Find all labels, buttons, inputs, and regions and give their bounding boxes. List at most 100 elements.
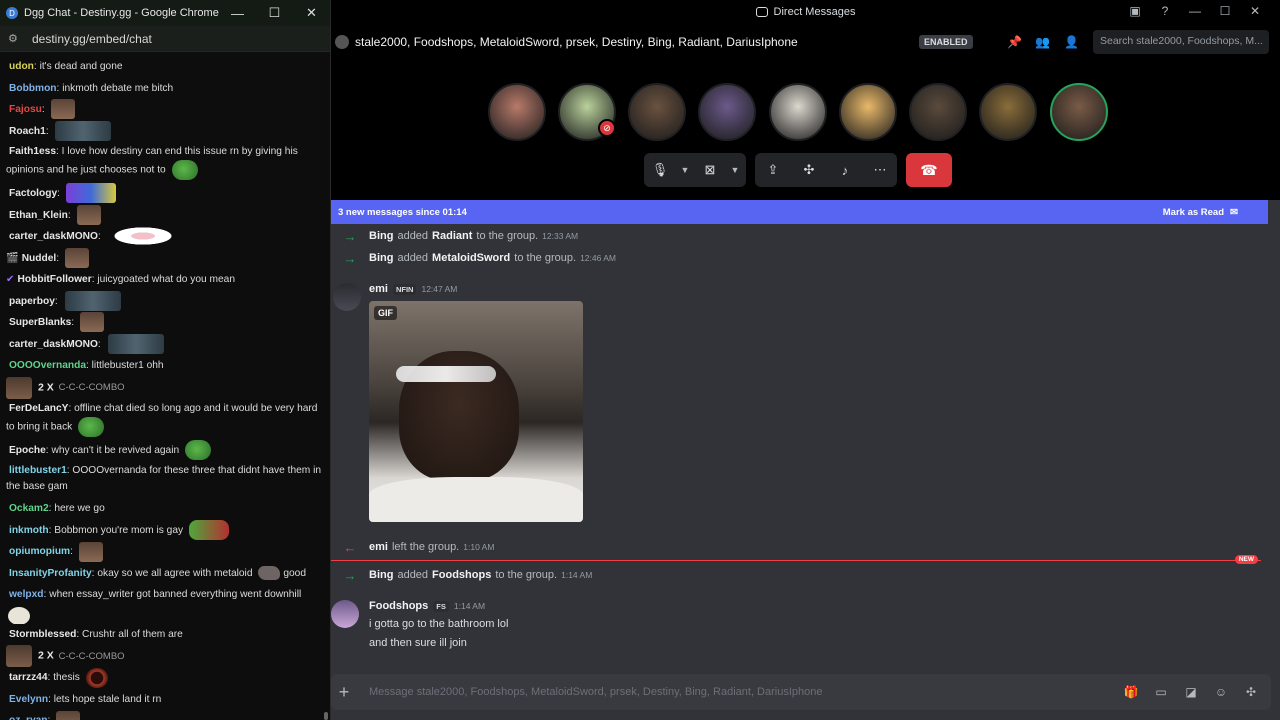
gif-attachment[interactable]: GIF — [369, 301, 583, 522]
participant-avatar[interactable] — [909, 83, 967, 141]
participant-avatar[interactable] — [1050, 83, 1108, 141]
add-friends-icon[interactable]: 👥 — [1035, 35, 1050, 49]
message-username[interactable]: Foodshops — [369, 600, 428, 612]
target-name[interactable]: MetaloidSword — [432, 252, 510, 264]
search-input[interactable]: Search stale2000, Foodshops, M... — [1093, 30, 1269, 54]
gif-shirt — [369, 477, 583, 522]
disconnect-button[interactable]: ☎ — [906, 153, 952, 187]
user-avatar[interactable] — [331, 600, 359, 628]
pepe-emote-icon — [184, 440, 211, 460]
add-attachment-icon[interactable]: + — [331, 682, 357, 703]
participant-avatar[interactable] — [769, 83, 827, 141]
chat-text: littlebuster1 ohh — [91, 360, 164, 371]
join-arrow-icon: → — [343, 567, 357, 583]
actor-name[interactable]: Bing — [369, 230, 393, 242]
user-avatar[interactable] — [333, 283, 361, 311]
maximize-button[interactable]: ☐ — [256, 5, 293, 21]
participant-avatar[interactable] — [628, 83, 686, 141]
chat-username[interactable]: Ockam2 — [6, 503, 49, 514]
chat-username[interactable]: carter_daskMONO — [6, 339, 98, 350]
chat-username[interactable]: SuperBlanks — [6, 317, 71, 328]
chat-username[interactable]: Bobbmon — [6, 83, 57, 94]
close-button[interactable]: ✕ — [1240, 4, 1270, 18]
chat-username[interactable]: OOOOvernanda — [6, 360, 86, 371]
chat-username[interactable]: paperboy — [6, 296, 55, 307]
chat-line: Factology: — [6, 183, 324, 205]
actor-name[interactable]: Bing — [369, 569, 393, 581]
dm-name[interactable]: stale2000, Foodshops, MetaloidSword, prs… — [355, 35, 798, 49]
enabled-badge[interactable]: ENABLED — [919, 35, 973, 49]
leave-arrow-icon: ← — [343, 539, 357, 555]
chevron-down-icon[interactable]: ▼ — [676, 165, 694, 175]
chat-username[interactable]: Nuddel — [19, 253, 57, 264]
pin-icon[interactable]: 📌 — [1007, 35, 1022, 49]
chat-username[interactable]: tarrzz44 — [6, 672, 48, 683]
chat-username[interactable]: Factology — [6, 188, 57, 199]
chat-username[interactable]: Evelynn — [6, 694, 48, 705]
camera-off-icon[interactable]: ⊠ — [694, 162, 726, 178]
chat-username[interactable]: FerDeLancY — [6, 403, 68, 414]
chat-username[interactable]: opiumopium — [6, 546, 70, 557]
address-bar[interactable]: ⚙ destiny.gg/embed/chat — [0, 26, 330, 52]
message-username[interactable]: emi — [369, 283, 388, 295]
chat-username[interactable]: Epoche — [6, 445, 46, 456]
participant-avatar[interactable] — [979, 83, 1037, 141]
activities-icon[interactable]: ✣ — [791, 162, 827, 178]
emote-icon — [56, 710, 81, 720]
gif-icon[interactable]: ▭ — [1151, 685, 1171, 699]
chat-username[interactable]: littlebuster1 — [6, 465, 67, 476]
actor-name[interactable]: Bing — [369, 252, 393, 264]
participant-avatar[interactable] — [839, 83, 897, 141]
new-messages-bar[interactable]: 3 new messages since 01:14 Mark as Read ✉ — [331, 200, 1268, 224]
gift-icon[interactable]: 🎁 — [1121, 685, 1141, 699]
target-name[interactable]: Radiant — [432, 230, 472, 242]
chat-username[interactable]: oz_ryan — [6, 715, 48, 720]
participant-avatar[interactable] — [698, 83, 756, 141]
chat-username[interactable]: Faith1ess — [6, 146, 56, 157]
minimize-button[interactable]: — — [219, 6, 256, 21]
microphone-icon[interactable]: 🎙 — [644, 162, 676, 178]
chat-username[interactable]: Stormblessed — [6, 629, 76, 640]
member-list-icon[interactable]: 👤 — [1064, 35, 1079, 49]
participant-avatar[interactable] — [488, 83, 546, 141]
chat-username[interactable]: Fajosu — [6, 104, 42, 115]
chat-username[interactable]: InsanityProfanity — [6, 568, 92, 579]
message-input[interactable]: Message stale2000, Foodshops, MetaloidSw… — [369, 686, 1121, 698]
chat-username[interactable]: udon — [6, 61, 34, 72]
target-name[interactable]: Foodshops — [432, 569, 491, 581]
apps-icon[interactable]: ✣ — [1241, 685, 1261, 699]
site-settings-icon[interactable]: ⚙ — [8, 32, 22, 45]
url-text[interactable]: destiny.gg/embed/chat — [32, 32, 152, 46]
voice-call-panel: ⊘ 🎙 ▼ ⊠ ▼ ⇪ ✣ ♪ ⋯ ☎ — [331, 60, 1280, 200]
chat-username[interactable]: HobbitFollower — [15, 274, 92, 285]
server-tag[interactable]: FS — [433, 600, 449, 612]
chat-scrollbar[interactable] — [324, 712, 328, 720]
sticker-icon[interactable]: ◪ — [1181, 685, 1201, 699]
chevron-down-icon[interactable]: ▼ — [726, 165, 744, 175]
screenshare-icon[interactable]: ⇪ — [755, 162, 791, 178]
new-messages-divider — [331, 560, 1261, 561]
more-options-icon[interactable]: ⋯ — [863, 162, 897, 178]
maximize-button[interactable]: ☐ — [1210, 4, 1240, 18]
emoji-icon[interactable]: ☺ — [1211, 685, 1231, 699]
discord-window-title: Direct Messages — [773, 6, 856, 18]
soundboard-icon[interactable]: ♪ — [827, 163, 863, 178]
mark-as-read-button[interactable]: Mark as Read — [1163, 207, 1224, 218]
discord-window: Direct Messages ▣ ? — ☐ ✕ stale2000, Foo… — [331, 0, 1280, 720]
minimize-button[interactable]: — — [1180, 4, 1210, 18]
chat-username[interactable]: carter_daskMONO — [6, 231, 98, 242]
server-tag[interactable]: NFIN — [392, 283, 417, 295]
help-icon[interactable]: ? — [1150, 4, 1180, 18]
action-text: added — [397, 569, 429, 581]
participant-avatar[interactable]: ⊘ — [558, 83, 616, 141]
close-button[interactable]: ✕ — [293, 5, 330, 21]
rock-emote-icon — [258, 566, 281, 580]
chat-username[interactable]: Roach1 — [6, 126, 46, 137]
actor-name[interactable]: emi — [369, 541, 388, 553]
chat-username[interactable]: inkmoth — [6, 525, 49, 536]
gif-label: GIF — [374, 306, 397, 320]
chat-username[interactable]: welpxd — [6, 589, 44, 600]
chat-username[interactable]: Ethan_Klein — [6, 210, 68, 221]
inbox-icon[interactable]: ▣ — [1120, 4, 1150, 18]
chat-text: it's dead and gone — [39, 61, 123, 72]
